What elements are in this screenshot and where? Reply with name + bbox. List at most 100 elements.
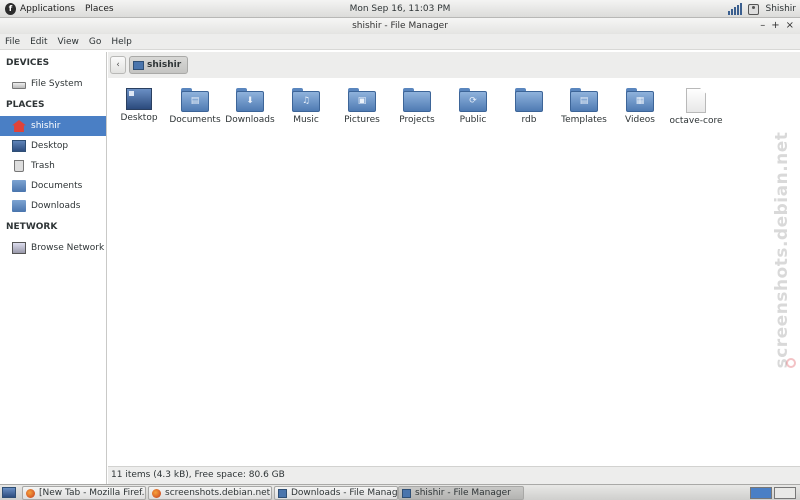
folder-icon	[12, 180, 26, 192]
folder-music-icon: ♫	[292, 88, 320, 112]
file-item-pictures[interactable]: ▣ Pictures	[334, 88, 390, 125]
sidebar-item-label: Desktop	[31, 141, 69, 151]
task-label: screenshots.debian.net ...	[165, 488, 272, 498]
folder-icon	[12, 200, 26, 212]
task-label: shishir - File Manager	[415, 488, 511, 498]
close-button[interactable]: ×	[786, 18, 794, 34]
menu-file[interactable]: File	[0, 34, 25, 50]
sidebar-item-trash[interactable]: Trash	[0, 156, 106, 176]
sidebar-item-downloads[interactable]: Downloads	[0, 196, 106, 216]
file-item-desktop[interactable]: Desktop	[111, 88, 167, 123]
sidebar-item-label: shishir	[31, 121, 61, 131]
window-title: shishir - File Manager	[352, 21, 448, 31]
file-label: Music	[293, 115, 319, 125]
applications-label: Applications	[20, 3, 75, 14]
file-label: Templates	[561, 115, 607, 125]
show-desktop-button[interactable]	[2, 487, 16, 498]
file-label: Documents	[169, 115, 221, 125]
firefox-icon	[152, 488, 161, 498]
network-signal-icon[interactable]	[728, 3, 743, 15]
folder-icon	[515, 88, 543, 112]
breadcrumb-home[interactable]: shishir	[129, 56, 189, 74]
sidebar-item-browse-network[interactable]: Browse Network	[0, 238, 106, 258]
window-titlebar[interactable]: shishir - File Manager – + ×	[0, 18, 800, 34]
icon-view[interactable]: Desktop ▤ Documents ⬇ Downloads ♫ Music …	[108, 78, 800, 466]
file-item-projects[interactable]: Projects	[389, 88, 445, 125]
file-item-octave-core[interactable]: octave-core	[668, 88, 724, 126]
applications-menu[interactable]: f Applications	[0, 0, 80, 18]
clock[interactable]: Mon Sep 16, 11:03 PM	[340, 0, 460, 18]
file-item-templates[interactable]: ▤ Templates	[556, 88, 612, 125]
sidebar-item-label: File System	[31, 79, 83, 89]
file-label: Downloads	[225, 115, 275, 125]
sidebar-item-label: Downloads	[31, 201, 81, 211]
sidebar-item-documents[interactable]: Documents	[0, 176, 106, 196]
system-tray: Shishir	[728, 0, 796, 18]
top-panel: f Applications Places Mon Sep 16, 11:03 …	[0, 0, 800, 18]
folder-download-icon: ⬇	[236, 88, 264, 112]
file-label: rdb	[521, 115, 537, 125]
file-label: Desktop	[120, 113, 158, 123]
workspace-1[interactable]	[750, 487, 772, 499]
back-button[interactable]: ‹	[110, 56, 126, 74]
network-icon	[12, 242, 26, 254]
home-icon	[12, 120, 26, 132]
file-label: Pictures	[344, 115, 380, 125]
sidebar-item-label: Trash	[31, 161, 55, 171]
sidebar-item-desktop[interactable]: Desktop	[0, 136, 106, 156]
file-item-downloads[interactable]: ⬇ Downloads	[222, 88, 278, 125]
task-firefox-screenshots[interactable]: screenshots.debian.net ...	[148, 486, 272, 500]
folder-videos-icon: ▦	[626, 88, 654, 112]
task-label: Downloads - File Manager	[291, 488, 398, 498]
document-icon	[686, 88, 706, 113]
file-item-documents[interactable]: ▤ Documents	[167, 88, 223, 125]
task-shishir-file-manager[interactable]: shishir - File Manager	[398, 486, 524, 500]
taskbar: [New Tab - Mozilla Firef... screenshots.…	[0, 484, 800, 500]
status-bar: 11 items (4.3 kB), Free space: 80.6 GB	[108, 466, 800, 484]
sidebar-item-home[interactable]: shishir	[0, 116, 106, 136]
workspace-2[interactable]	[774, 487, 796, 499]
sidebar-item-file-system[interactable]: File System	[0, 74, 106, 94]
breadcrumb-label: shishir	[147, 60, 182, 70]
firefox-icon	[26, 488, 35, 498]
task-firefox-new-tab[interactable]: [New Tab - Mozilla Firef...	[22, 486, 146, 500]
folder-pictures-icon: ▣	[348, 88, 376, 112]
file-item-music[interactable]: ♫ Music	[278, 88, 334, 125]
file-label: Videos	[625, 115, 655, 125]
minimize-button[interactable]: –	[760, 18, 765, 34]
sidebar-item-label: Documents	[31, 181, 83, 191]
places-header: PLACES	[6, 100, 45, 110]
menu-edit[interactable]: Edit	[25, 34, 52, 50]
file-item-rdb[interactable]: rdb	[501, 88, 557, 125]
user-icon	[748, 3, 760, 15]
sidebar-item-label: Browse Network	[31, 243, 105, 253]
desktop-icon	[126, 88, 152, 110]
folder-icon: ▤	[181, 88, 209, 112]
menu-go[interactable]: Go	[84, 34, 106, 50]
places-label: Places	[84, 3, 114, 14]
task-downloads-file-manager[interactable]: Downloads - File Manager	[274, 486, 398, 500]
file-item-videos[interactable]: ▦ Videos	[612, 88, 668, 125]
menu-help[interactable]: Help	[106, 34, 137, 50]
folder-templates-icon: ▤	[570, 88, 598, 112]
menubar: File Edit View Go Help	[0, 34, 800, 50]
devices-header: DEVICES	[6, 58, 50, 68]
file-manager-icon	[278, 488, 287, 498]
network-header: NETWORK	[6, 222, 58, 232]
task-label: [New Tab - Mozilla Firef...	[39, 488, 146, 498]
user-menu[interactable]: Shishir	[765, 4, 796, 14]
location-bar: ‹ shishir	[108, 52, 800, 78]
watermark: screenshots.debian.net	[772, 131, 792, 369]
drive-icon	[12, 82, 26, 89]
file-label: octave-core	[669, 116, 723, 126]
maximize-button[interactable]: +	[771, 18, 779, 34]
file-manager-icon	[402, 488, 411, 498]
desktop-icon	[12, 140, 26, 152]
menu-view[interactable]: View	[53, 34, 84, 50]
watermark-ring-icon	[786, 358, 796, 368]
file-item-public[interactable]: ⟳ Public	[445, 88, 501, 125]
folder-public-icon: ⟳	[459, 88, 487, 112]
home-folder-icon	[133, 60, 144, 70]
file-label: Projects	[399, 115, 435, 125]
places-menu[interactable]: Places	[80, 0, 119, 18]
